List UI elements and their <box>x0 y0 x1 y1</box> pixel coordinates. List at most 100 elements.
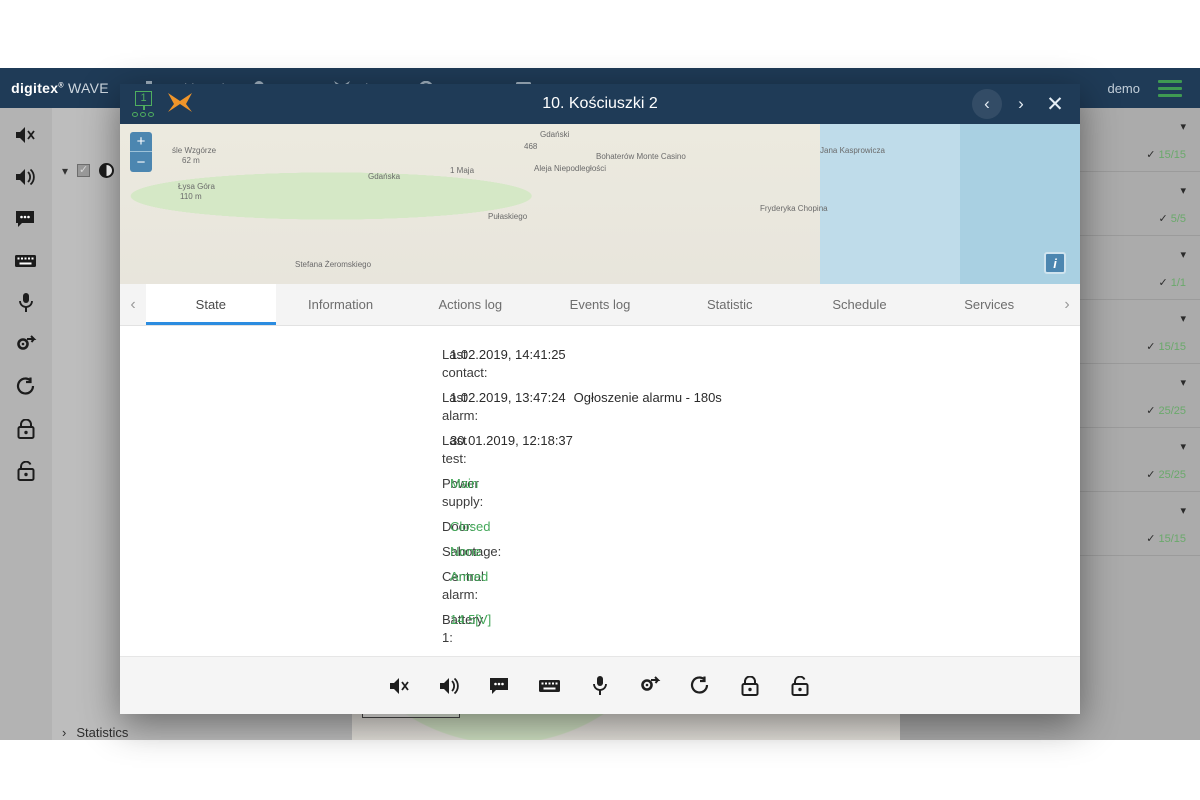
mute-icon[interactable] <box>13 122 39 148</box>
mute-icon[interactable] <box>385 671 415 701</box>
chevron-right-icon: › <box>62 725 66 740</box>
state-row: Last test:30.01.2019, 12:18:37 <box>120 432 1080 468</box>
contrast-icon[interactable] <box>99 163 114 178</box>
microphone-icon[interactable] <box>585 671 615 701</box>
refresh-icon[interactable] <box>685 671 715 701</box>
brand-trademark: ® <box>58 82 63 89</box>
map-street-label: Fryderyka Chopina <box>760 204 828 213</box>
tab-state[interactable]: State <box>146 284 276 325</box>
tab-statistic[interactable]: Statistic <box>665 284 795 325</box>
statistics-panel-toggle[interactable]: › Statistics <box>52 725 352 740</box>
map-street-label: Gdańska <box>368 172 400 181</box>
event-count: ✓25/25 <box>1146 404 1186 417</box>
message-icon[interactable] <box>485 671 515 701</box>
event-count: ✓5/5 <box>1158 212 1186 225</box>
state-value-secondary: Ogłoszenie alarmu - 180s <box>566 390 722 405</box>
map-street-label: Gdański <box>540 130 569 139</box>
lock-closed-icon[interactable] <box>13 416 39 442</box>
chevron-down-icon[interactable]: ▾ <box>62 164 68 178</box>
hamburger-icon[interactable] <box>1158 80 1182 97</box>
zoom-out-button[interactable]: − <box>130 152 152 172</box>
tab-information[interactable]: Information <box>276 284 406 325</box>
map-street-label: Bohaterów Monte Casino <box>596 152 686 161</box>
map-info-button[interactable]: i <box>1044 252 1066 274</box>
event-count: ✓1/1 <box>1158 276 1186 289</box>
tab-actions-log[interactable]: Actions log <box>405 284 535 325</box>
tab-schedule[interactable]: Schedule <box>795 284 925 325</box>
microphone-icon[interactable] <box>13 290 39 316</box>
chevron-down-icon[interactable]: ▾ <box>1180 184 1186 197</box>
next-site-button[interactable]: › <box>1006 89 1036 119</box>
tree-select-all-checkbox[interactable] <box>77 164 90 177</box>
brand-name: digitex <box>11 80 58 96</box>
check-icon: ✓ <box>1146 469 1155 481</box>
state-row: Battery 1:14.5[V] <box>120 611 1080 647</box>
chevron-down-icon[interactable]: ▾ <box>1180 376 1186 389</box>
modal-footer-toolbar <box>120 656 1080 714</box>
chevron-down-icon[interactable]: ▾ <box>1180 120 1186 133</box>
state-value: 1.02.2019, 13:47:24 <box>442 390 566 405</box>
check-icon: ✓ <box>1158 277 1167 289</box>
event-count: ✓15/15 <box>1146 148 1186 161</box>
chevron-down-icon[interactable]: ▾ <box>1180 504 1186 517</box>
volume-icon[interactable] <box>13 164 39 190</box>
state-value: 14.5[V] <box>442 611 491 629</box>
map-street-label: 110 m <box>180 192 202 201</box>
tabs-prev-arrow[interactable]: ‹ <box>120 284 146 325</box>
close-icon[interactable]: ✕ <box>1040 89 1070 119</box>
brand-logo[interactable]: digitex® WAVE <box>0 80 120 96</box>
refresh-icon[interactable] <box>13 374 39 400</box>
event-count: ✓15/15 <box>1146 340 1186 353</box>
tabs-next-arrow[interactable]: › <box>1054 284 1080 325</box>
map-street-label: Pułaskiego <box>488 212 527 221</box>
settings-sync-icon[interactable] <box>635 671 665 701</box>
modal-tabs: ‹ StateInformationActions logEvents logS… <box>120 284 1080 326</box>
state-value: 1.02.2019, 14:41:25 <box>442 346 566 364</box>
modal-header-badges: 1 <box>120 91 192 117</box>
tab-services[interactable]: Services <box>924 284 1054 325</box>
prev-site-button[interactable]: ‹ <box>972 89 1002 119</box>
state-label: Power supply: <box>120 475 442 511</box>
settings-sync-icon[interactable] <box>13 332 39 358</box>
map-street-label: śle Wzgórze <box>172 146 216 155</box>
map-street-label: 468 <box>524 142 537 151</box>
modal-map[interactable]: + − i śle Wzgórze62 mŁysa Góra110 mStefa… <box>120 124 1080 284</box>
zoom-in-button[interactable]: + <box>130 132 152 152</box>
site-detail-modal: 1 10. Kościuszki 2 ‹ › ✕ + − <box>120 84 1080 714</box>
volume-icon[interactable] <box>435 671 465 701</box>
message-icon[interactable] <box>13 206 39 232</box>
map-street-label: 62 m <box>182 156 200 165</box>
state-row: Sabotage:None <box>120 543 1080 561</box>
event-count: ✓25/25 <box>1146 468 1186 481</box>
brand-product: WAVE <box>68 80 109 96</box>
event-count: ✓15/15 <box>1146 532 1186 545</box>
modal-title: 10. Kościuszki 2 <box>120 95 1080 113</box>
group-count-icon: 1 <box>132 91 158 117</box>
state-label: Last alarm: <box>120 389 442 425</box>
map-street-label: Jana Kasprowicza <box>820 146 885 155</box>
lock-closed-icon[interactable] <box>735 671 765 701</box>
user-label[interactable]: demo <box>1107 81 1140 96</box>
modal-header-actions: ‹ › ✕ <box>972 89 1080 119</box>
keyboard-icon[interactable] <box>535 671 565 701</box>
check-icon: ✓ <box>1146 149 1155 161</box>
state-row: Central alarm:Armed <box>120 568 1080 604</box>
chevron-down-icon[interactable]: ▾ <box>1180 312 1186 325</box>
chevron-down-icon[interactable]: ▾ <box>1180 440 1186 453</box>
statistics-label: Statistics <box>76 725 128 740</box>
state-row: Last contact:1.02.2019, 14:41:25 <box>120 346 1080 382</box>
tab-events-log[interactable]: Events log <box>535 284 665 325</box>
check-icon: ✓ <box>1146 341 1155 353</box>
state-value: Closed <box>442 518 490 536</box>
lock-open-icon[interactable] <box>13 458 39 484</box>
chevron-down-icon[interactable]: ▾ <box>1180 248 1186 261</box>
lock-open-icon[interactable] <box>785 671 815 701</box>
map-street-label: Łysa Góra <box>178 182 215 191</box>
check-icon: ✓ <box>1158 213 1167 225</box>
page-bottom-margin <box>0 740 1200 800</box>
state-label: Central alarm: <box>120 568 442 604</box>
state-label: Last contact: <box>120 346 442 382</box>
state-label: Battery 1: <box>120 611 442 647</box>
left-icon-rail <box>0 108 52 740</box>
keyboard-icon[interactable] <box>13 248 39 274</box>
